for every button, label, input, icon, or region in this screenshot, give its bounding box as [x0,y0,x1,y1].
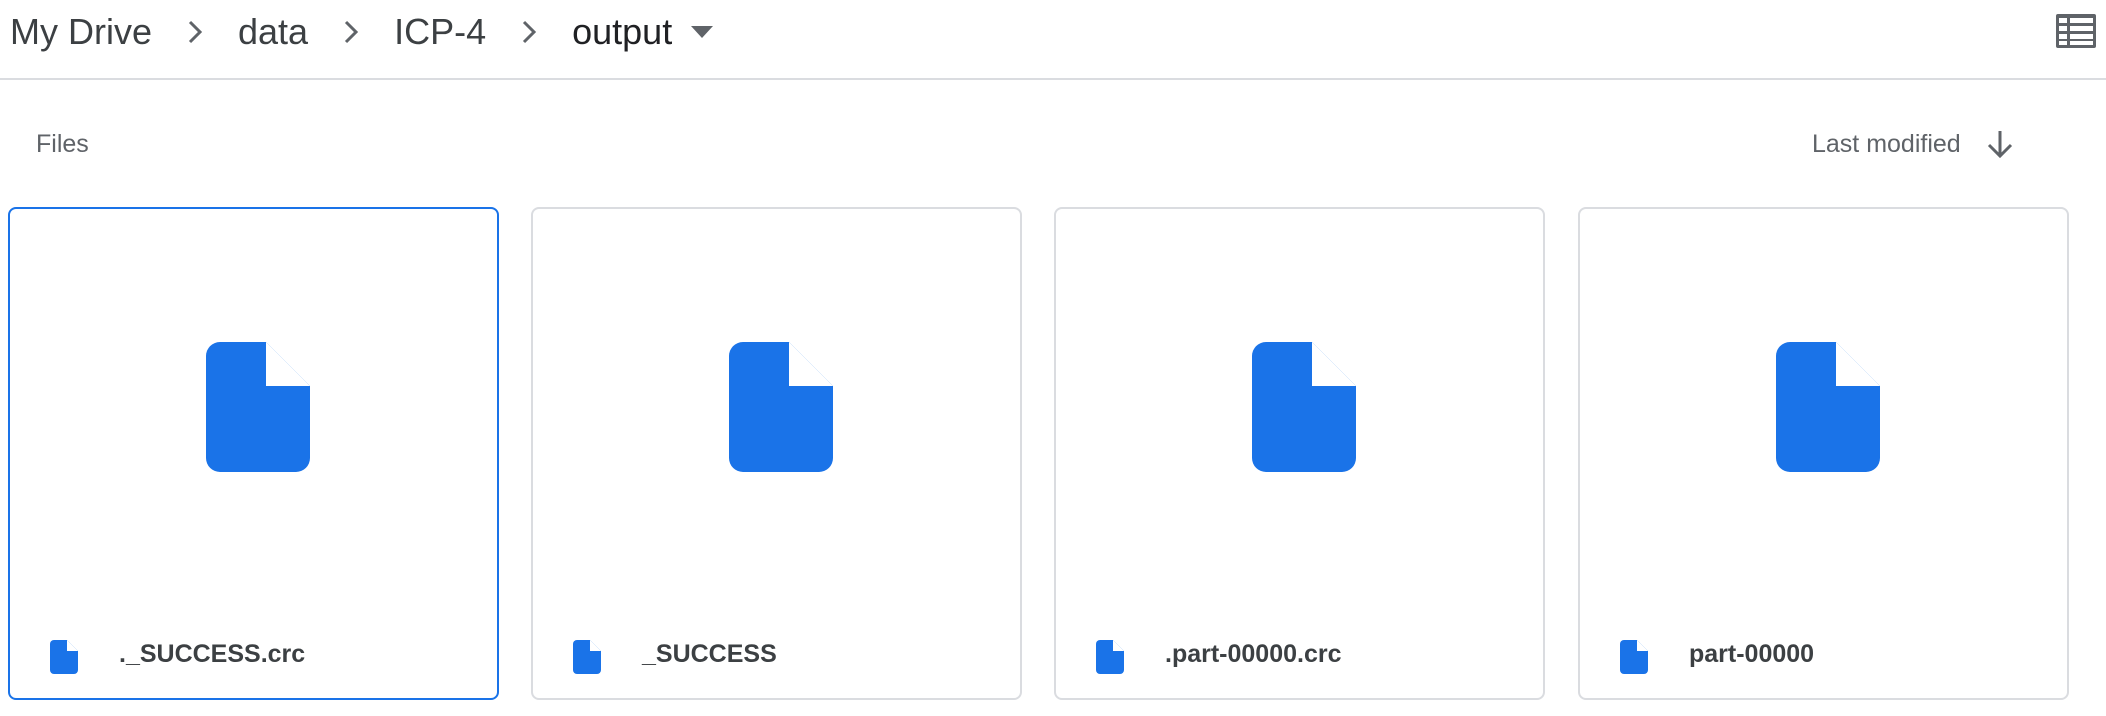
sort-button[interactable]: Last modified [1812,124,2017,164]
sort-label: Last modified [1812,129,1961,158]
file-card-footer: .part-00000.crc [1056,618,1543,698]
file-card[interactable]: ._SUCCESS.crc [8,207,499,700]
top-bar: My Drive data ICP-4 output [0,0,2106,80]
file-card[interactable]: part-00000 [1578,207,2069,700]
file-icon [1776,342,1880,472]
file-card-footer: part-00000 [1580,618,2067,698]
file-preview[interactable] [10,209,497,609]
file-icon [573,640,601,674]
file-name: ._SUCCESS.crc [119,640,306,668]
file-card[interactable]: _SUCCESS [531,207,1022,700]
file-preview[interactable] [1056,209,1543,609]
file-icon [50,640,78,674]
file-name: part-00000 [1689,640,1815,668]
breadcrumb-my-drive[interactable]: My Drive [10,11,152,53]
file-name: .part-00000.crc [1165,640,1342,668]
file-card[interactable]: .part-00000.crc [1054,207,1545,700]
file-icon [1096,640,1124,674]
file-card-footer: _SUCCESS [533,618,1020,698]
file-icon [729,342,833,472]
file-preview[interactable] [533,209,1020,609]
file-card-footer: ._SUCCESS.crc [10,618,497,698]
breadcrumb-data[interactable]: data [238,11,308,53]
breadcrumb-icp-4[interactable]: ICP-4 [394,11,486,53]
file-icon [1252,342,1356,472]
files-section-label: Files [36,130,89,158]
caret-down-icon[interactable] [674,8,730,56]
breadcrumb: My Drive data ICP-4 output [10,8,730,56]
file-icon [206,342,310,472]
breadcrumb-output[interactable]: output [572,11,672,53]
list-view-icon[interactable] [2056,14,2096,48]
chevron-right-icon [486,8,572,56]
file-icon [1620,640,1648,674]
file-name: _SUCCESS [642,640,777,668]
chevron-right-icon [308,8,394,56]
arrow-down-icon[interactable] [1983,127,2017,161]
file-preview[interactable] [1580,209,2067,609]
chevron-right-icon [152,8,238,56]
